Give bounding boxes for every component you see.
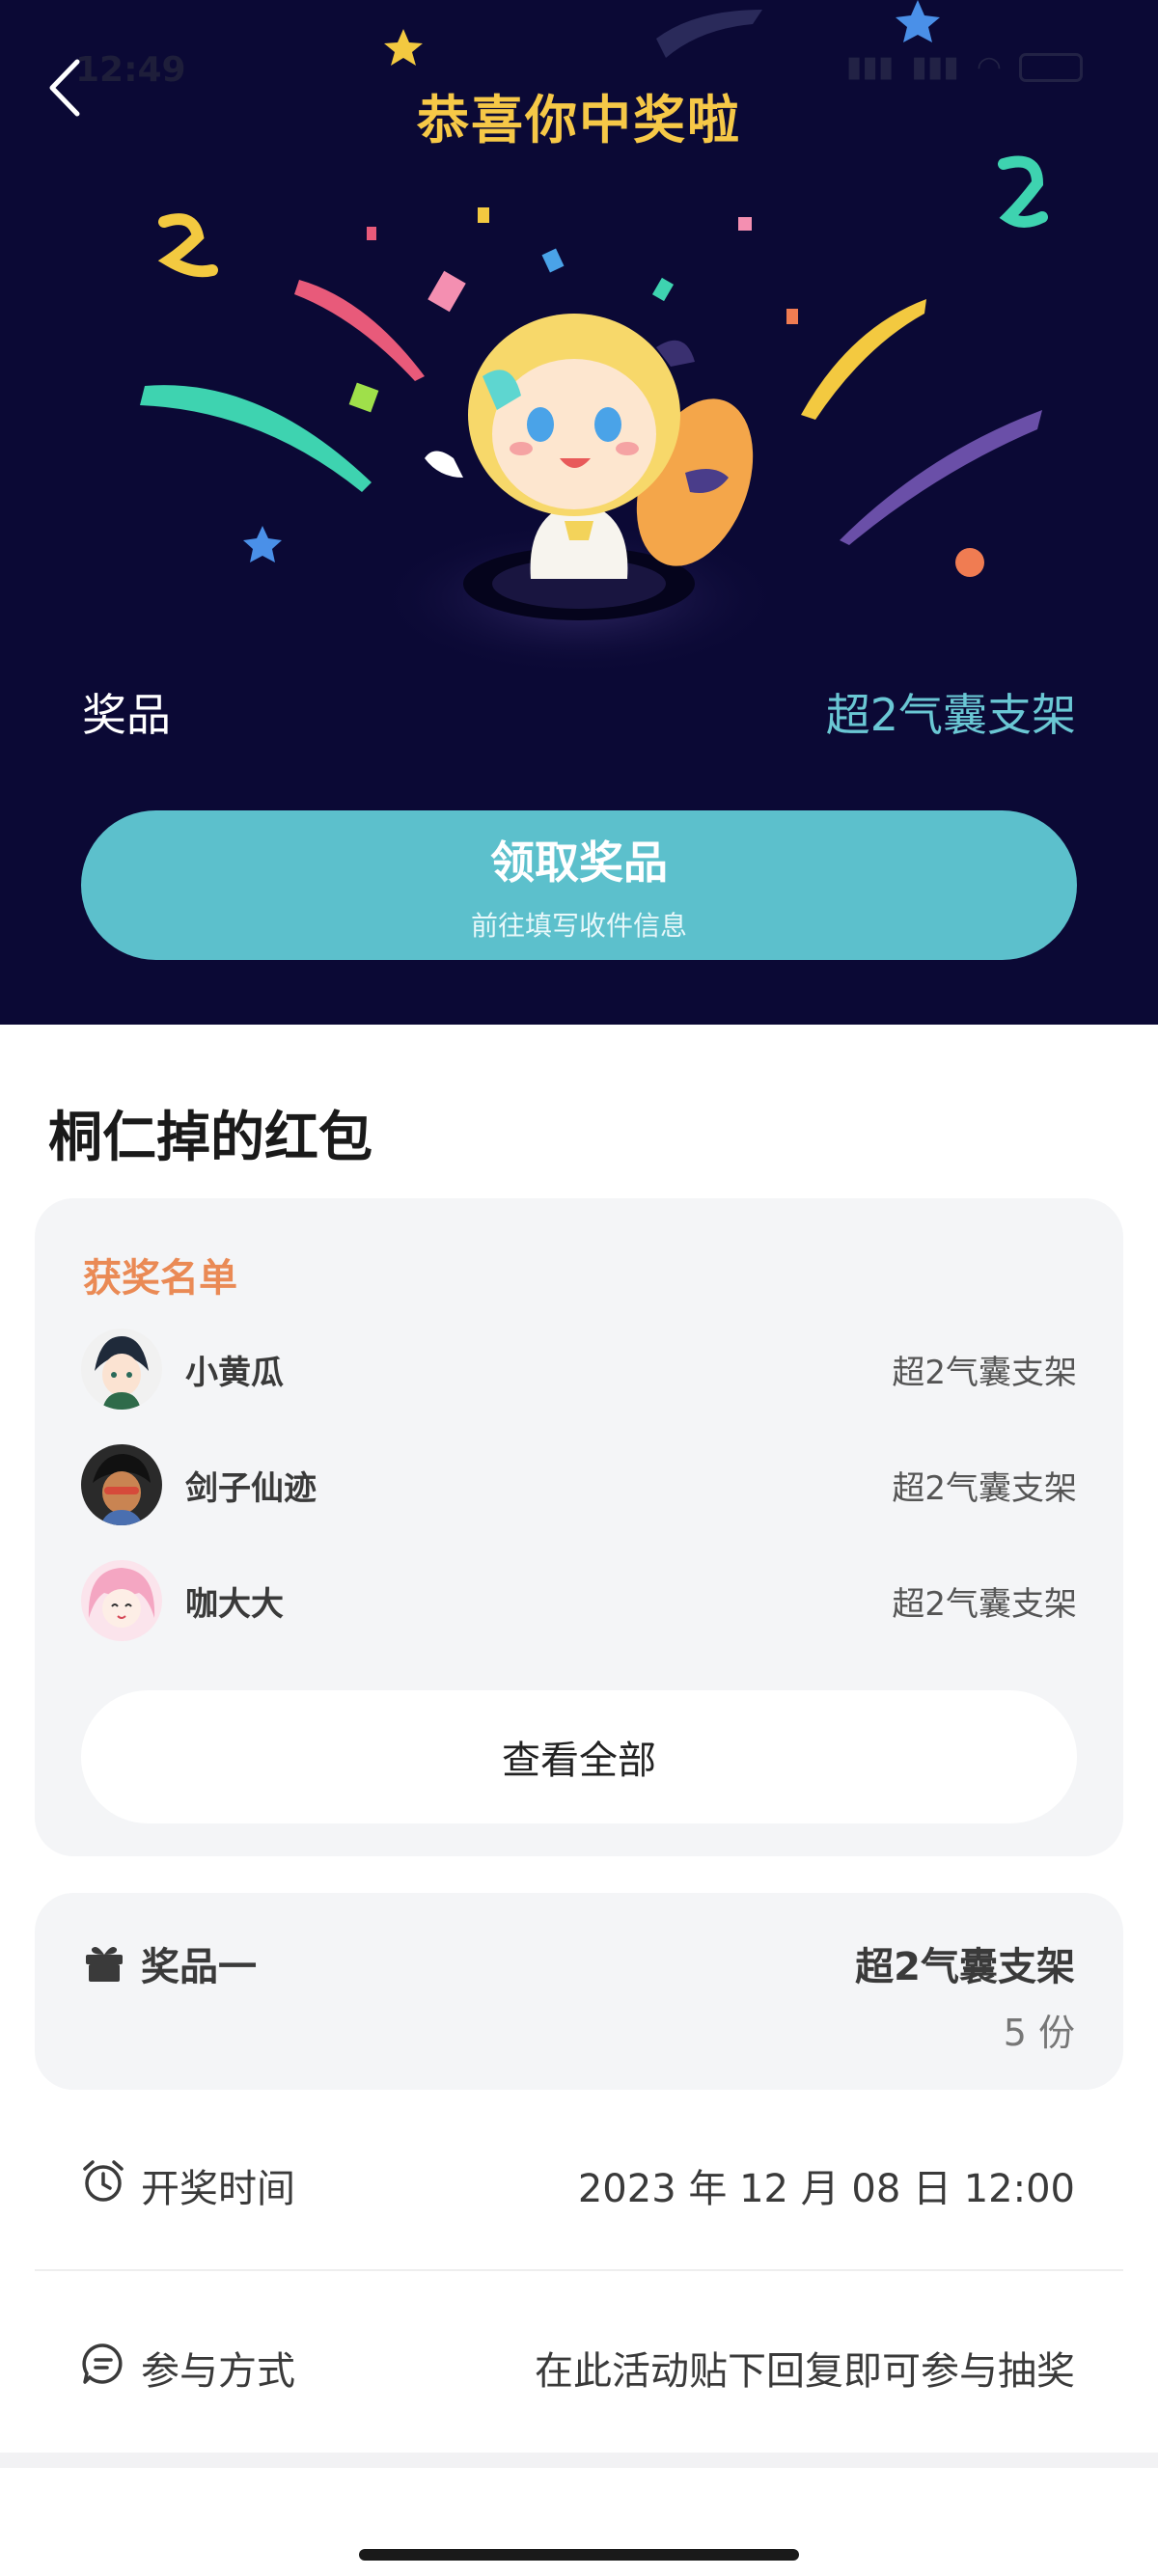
congrats-title: 恭喜你中奖啦	[417, 90, 741, 151]
winners-card: 获奖名单 小黄瓜 超2气囊支架 剑子仙迹 超2气囊支架 咖大大 超2气囊支架 查…	[35, 1198, 1123, 1856]
claim-prize-button[interactable]: 领取奖品 前往填写收件信息	[81, 810, 1077, 960]
prize-item-label: 奖品一	[141, 1945, 257, 1989]
winner-name: 剑子仙迹	[185, 1468, 317, 1508]
winner-avatar	[81, 1560, 162, 1641]
winner-prize: 超2气囊支架	[892, 1353, 1077, 1392]
mascot-illustration	[376, 314, 782, 675]
prize-item-quantity: 5 份	[1003, 2012, 1075, 2054]
draw-time-value: 2023 年 12 月 08 日 12:00	[577, 2167, 1075, 2211]
content-panel: 桐仁掉的红包 获奖名单 小黄瓜 超2气囊支架 剑子仙迹 超2气囊支架 咖大大 超…	[0, 1025, 1158, 2576]
winner-row[interactable]: 小黄瓜 超2气囊支架	[81, 1329, 1077, 1410]
winner-avatar	[81, 1329, 162, 1410]
hero-banner: 12:49 ▮▮▮ ▮▮▮ ◠ 恭喜你中奖啦 奖品 超2气囊支架 领取奖品 前往…	[0, 0, 1158, 1025]
winner-row[interactable]: 咖大大 超2气囊支架	[81, 1560, 1077, 1641]
prize-item-card: 奖品一 超2气囊支架 5 份	[35, 1893, 1123, 2090]
claim-button-title: 领取奖品	[490, 836, 668, 889]
winner-prize: 超2气囊支架	[892, 1584, 1077, 1624]
draw-time-row: 开奖时间 2023 年 12 月 08 日 12:00	[35, 2123, 1123, 2238]
prize-label: 奖品	[82, 689, 171, 741]
lottery-result-page: 12:49 ▮▮▮ ▮▮▮ ◠ 恭喜你中奖啦 奖品 超2气囊支架 领取奖品 前往…	[0, 0, 1158, 2576]
bottom-separator	[0, 2453, 1158, 2468]
draw-time-label: 开奖时间	[141, 2167, 295, 2211]
winner-name: 咖大大	[185, 1584, 284, 1624]
winner-prize: 超2气囊支架	[892, 1468, 1077, 1508]
home-indicator[interactable]	[359, 2549, 799, 2561]
alarm-clock-icon	[83, 2160, 124, 2202]
winner-name: 小黄瓜	[185, 1353, 284, 1392]
prize-value: 超2气囊支架	[825, 689, 1076, 741]
participation-value: 在此活动贴下回复即可参与抽奖	[535, 2349, 1075, 2394]
claim-button-subtitle: 前往填写收件信息	[470, 909, 687, 942]
winner-row[interactable]: 剑子仙迹 超2气囊支架	[81, 1444, 1077, 1525]
divider	[35, 2269, 1123, 2271]
winner-avatar	[81, 1444, 162, 1525]
winners-heading: 获奖名单	[83, 1256, 237, 1301]
participation-row: 参与方式 在此活动贴下回复即可参与抽奖	[35, 2305, 1123, 2421]
view-all-button[interactable]: 查看全部	[81, 1690, 1077, 1823]
post-title: 桐仁掉的红包	[48, 1107, 372, 1169]
prize-item-name: 超2气囊支架	[855, 1945, 1075, 1989]
gift-icon	[86, 1947, 123, 1982]
participation-label: 参与方式	[141, 2349, 295, 2394]
comment-icon	[82, 2343, 123, 2384]
